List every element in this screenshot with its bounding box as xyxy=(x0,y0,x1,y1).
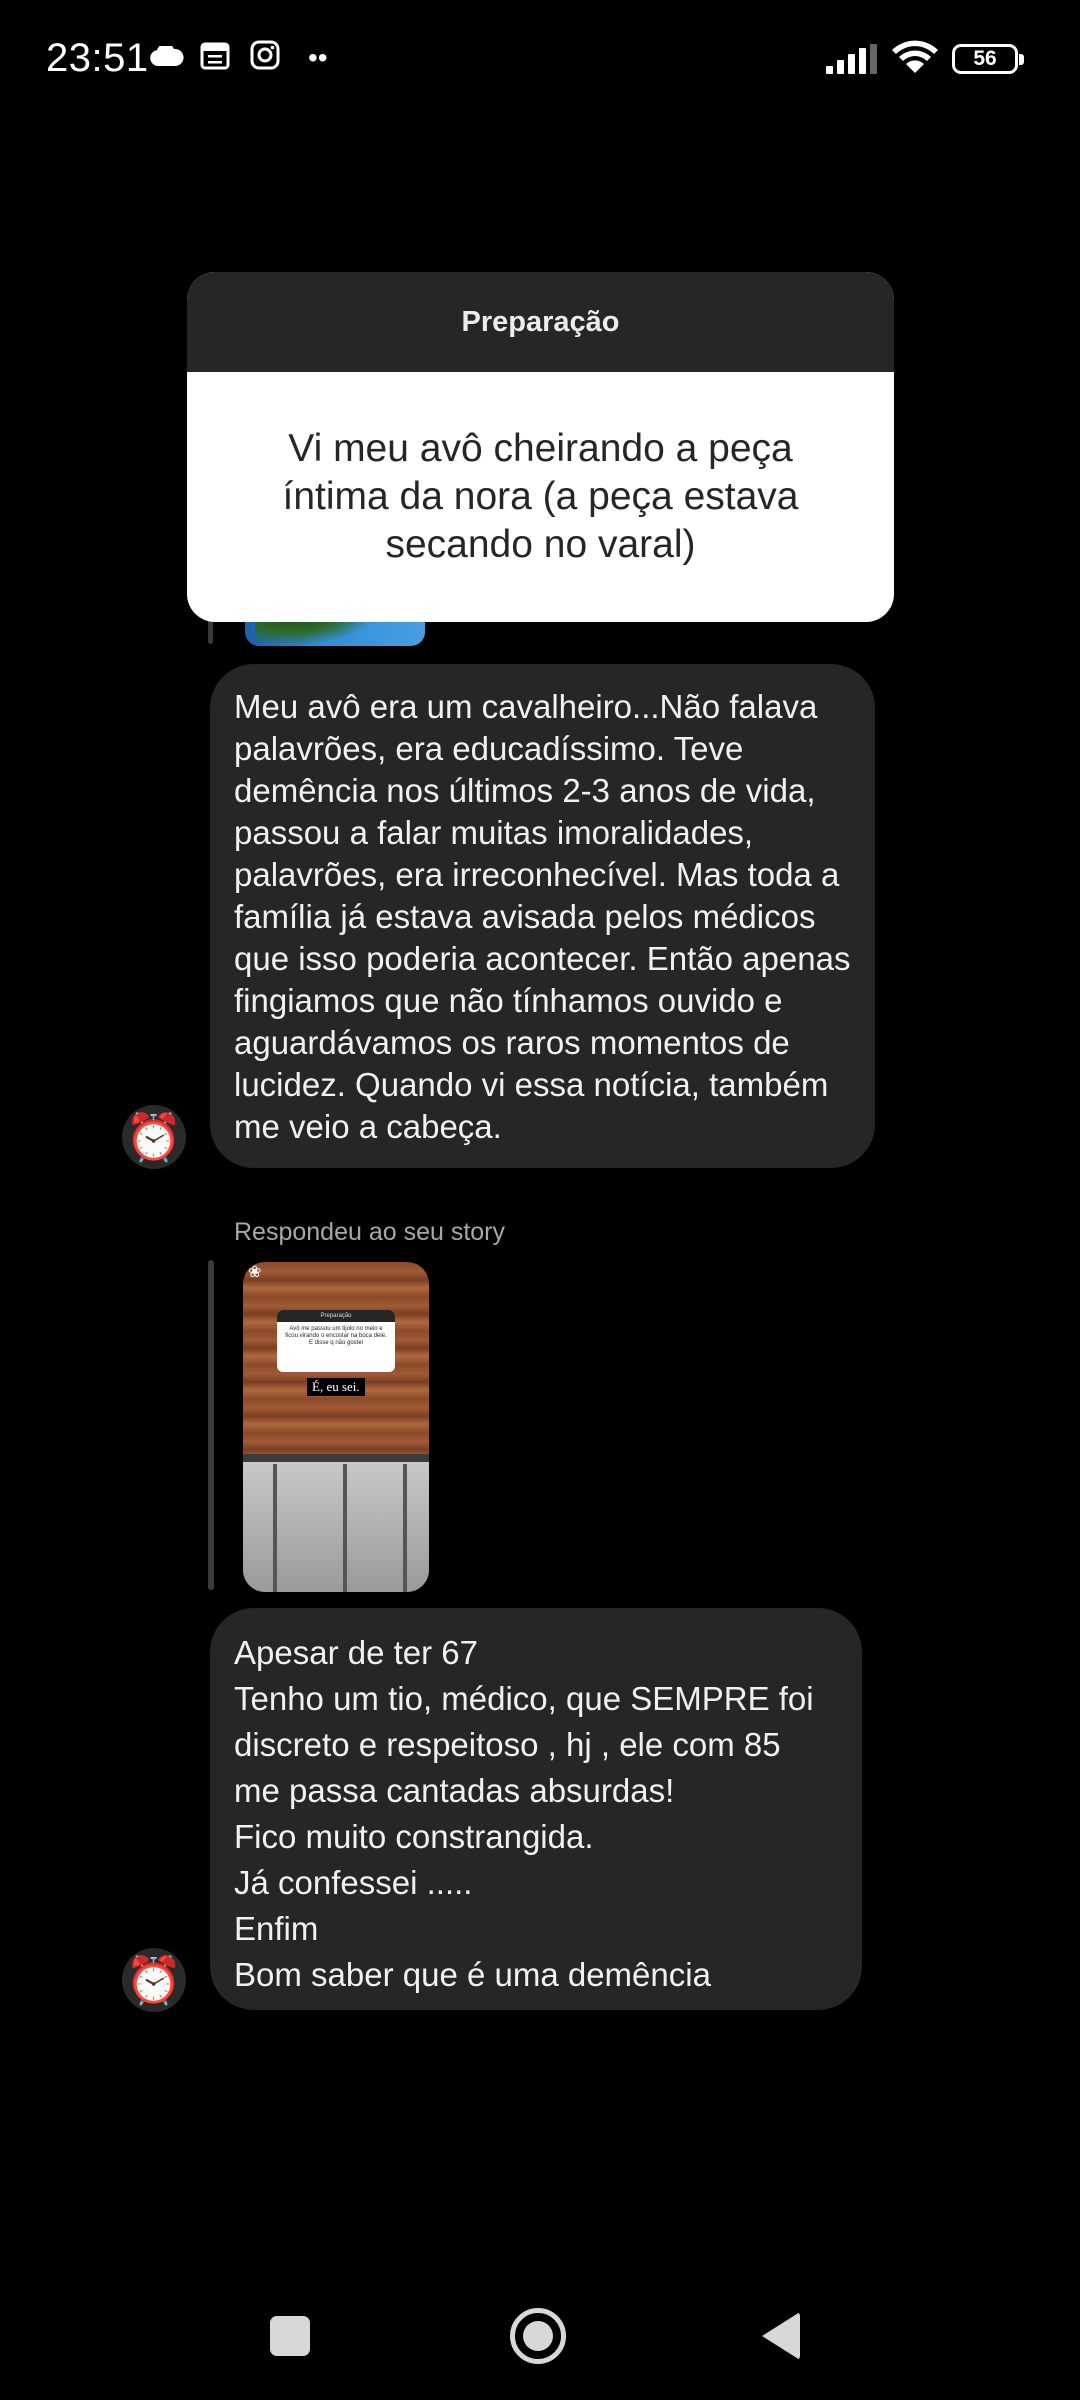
message-line: Bom saber que é uma demência xyxy=(234,1956,711,1993)
story-thumb-post xyxy=(343,1464,347,1592)
reaction-icon: ❀ xyxy=(248,1264,262,1281)
avatar[interactable]: ⏰ xyxy=(122,1948,186,2012)
system-nav-bar xyxy=(0,2280,1080,2390)
status-bar: 23:51 •• 56 xyxy=(0,0,1080,120)
cloud-icon xyxy=(150,46,184,66)
story-question-card[interactable]: Preparação Vi meu avô cheirando a peça í… xyxy=(187,272,894,622)
story-thumb-header: Preparação xyxy=(277,1310,395,1322)
wifi-icon xyxy=(892,40,938,73)
reply-label: Respondeu ao seu story xyxy=(234,1218,506,1246)
battery-level: 56 xyxy=(973,47,997,70)
message-line: Enfim xyxy=(234,1910,319,1947)
home-circle-icon[interactable] xyxy=(510,2308,566,2364)
avatar[interactable]: ⏰ xyxy=(122,1105,186,1169)
story-thumbnail[interactable]: Preparação Avô me passou um tijolo no me… xyxy=(243,1262,429,1592)
message-line: Apesar de ter 67 xyxy=(234,1634,478,1671)
signal-icon xyxy=(826,44,877,74)
story-thumb-tag: É, eu sei. xyxy=(307,1378,365,1396)
message-line: Tenho um tio, médico, que SEMPRE foi xyxy=(234,1680,814,1717)
calendar-icon xyxy=(200,42,230,70)
message-bubble[interactable]: Meu avô era um cavalheiro...Não falava p… xyxy=(210,664,875,1168)
message-line: discreto e respeitoso , hj , ele com 85 xyxy=(234,1726,781,1763)
message-line: Já confessei ..... xyxy=(234,1864,473,1901)
status-time: 23:51 xyxy=(46,36,149,80)
story-question-text: Vi meu avô cheirando a peça íntima da no… xyxy=(282,427,799,566)
alarm-clock-icon: ⏰ xyxy=(125,1110,183,1163)
story-thumb-text: Avô me passou um tijolo no meio e ficou … xyxy=(285,1326,387,1346)
message-line: Fico muito constrangida. xyxy=(234,1818,594,1855)
instagram-icon xyxy=(250,40,280,70)
story-thumb-floor xyxy=(243,1462,429,1592)
story-thumb-card: Preparação Avô me passou um tijolo no me… xyxy=(277,1310,395,1372)
battery-icon: 56 xyxy=(952,44,1024,74)
message-text: Meu avô era um cavalheiro...Não falava p… xyxy=(234,688,851,1145)
story-thumb-post xyxy=(273,1464,277,1592)
story-question-header: Preparação xyxy=(187,272,894,372)
message-bubble[interactable]: Apesar de ter 67 Tenho um tio, médico, q… xyxy=(210,1608,862,2010)
recents-square-icon[interactable] xyxy=(270,2316,310,2356)
story-thumb-post xyxy=(403,1464,407,1592)
reply-line xyxy=(208,1260,214,1590)
more-dots-icon: •• xyxy=(308,42,328,73)
message-line: me passa cantadas absurdas! xyxy=(234,1772,675,1809)
alarm-clock-icon: ⏰ xyxy=(125,1953,183,2006)
back-triangle-icon[interactable] xyxy=(762,2312,800,2360)
